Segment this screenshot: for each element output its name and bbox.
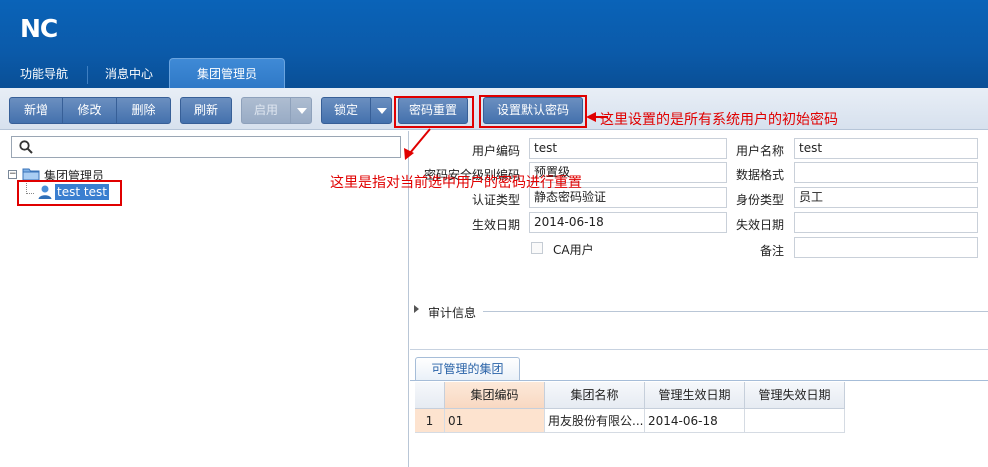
reset-password-annotation: 这里是指对当前选中用户的密码进行重置 (330, 175, 582, 191)
arrow-to-reset-password (404, 128, 431, 160)
default-password-annotation: 这里设置的是所有系统用户的初始密码 (600, 112, 838, 128)
annotation-arrows (404, 112, 608, 160)
